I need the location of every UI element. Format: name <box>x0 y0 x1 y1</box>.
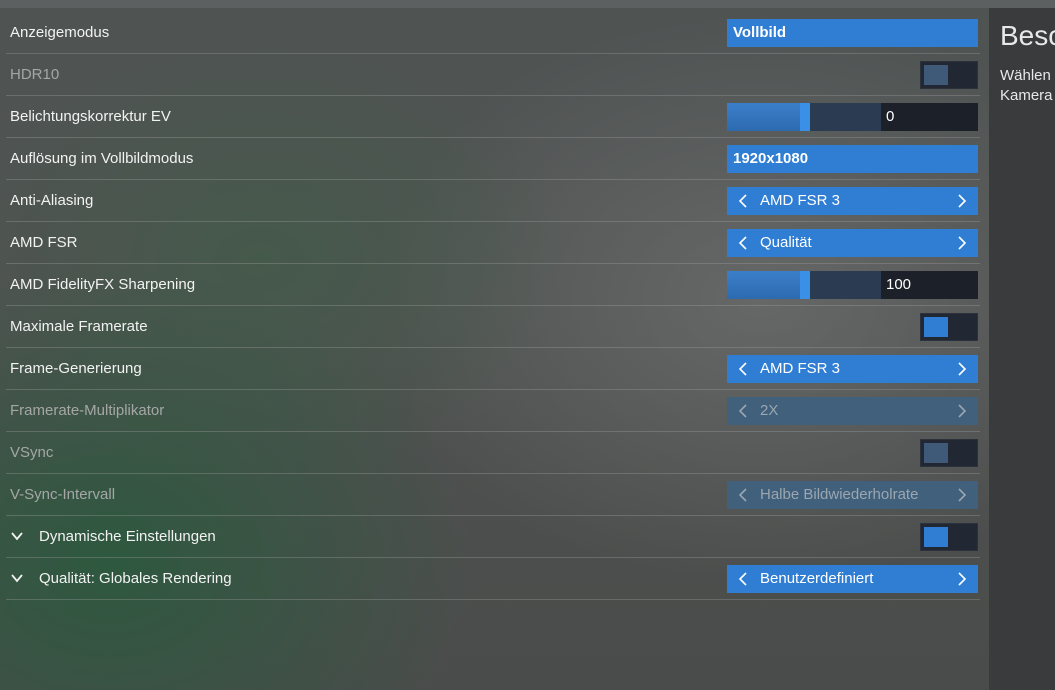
chevron-left-icon[interactable] <box>733 481 753 509</box>
selector-value: AMD FSR 3 <box>760 192 841 209</box>
description-title: Besc <box>1000 20 1055 51</box>
description-line: Kamera <box>1000 87 1053 104</box>
resolution-value[interactable]: 1920x1080 <box>727 145 978 173</box>
vsync-toggle[interactable] <box>920 439 978 467</box>
chevron-right-icon[interactable] <box>952 481 972 509</box>
setting-row-anti-aliasing: Anti-Aliasing AMD FSR 3 <box>6 180 980 222</box>
max-framerate-toggle[interactable] <box>920 313 978 341</box>
chevron-left-icon[interactable] <box>733 187 753 215</box>
chevron-right-icon[interactable] <box>952 397 972 425</box>
slider-value: 0 <box>886 108 895 125</box>
setting-label: Maximale Framerate <box>10 318 148 335</box>
framerate-multiplier-selector[interactable]: 2X <box>727 397 978 425</box>
chevron-left-icon[interactable] <box>733 565 753 593</box>
amd-fsr-selector[interactable]: Qualität <box>727 229 978 257</box>
toggle-knob <box>924 527 948 547</box>
slider-value: 100 <box>886 276 912 293</box>
display-mode-value[interactable]: Vollbild <box>727 19 978 47</box>
hdr10-toggle[interactable] <box>920 61 978 89</box>
anti-aliasing-selector[interactable]: AMD FSR 3 <box>727 187 978 215</box>
setting-row-exposure: Belichtungskorrektur EV 0 <box>6 96 980 138</box>
chevron-left-icon[interactable] <box>733 397 753 425</box>
description-line: Wählen <box>1000 67 1051 84</box>
chevron-down-icon[interactable] <box>10 571 26 587</box>
setting-label: Anti-Aliasing <box>10 192 94 209</box>
slider-thumb[interactable] <box>800 271 810 299</box>
setting-label: Anzeigemodus <box>10 24 110 41</box>
setting-label: AMD FSR <box>10 234 78 251</box>
setting-label[interactable]: Qualität: Globales Rendering <box>39 558 232 600</box>
global-rendering-selector[interactable]: Benutzerdefiniert <box>727 565 978 593</box>
setting-label: AMD FidelityFX Sharpening <box>10 276 196 293</box>
slider-thumb[interactable] <box>800 103 810 131</box>
selector-value: 2X <box>760 402 779 419</box>
settings-list: Anzeigemodus Vollbild HDR10 Belichtungsk… <box>0 12 985 600</box>
chevron-right-icon[interactable] <box>952 229 972 257</box>
selector-value: Halbe Bildwiederholrate <box>760 486 919 503</box>
chevron-down-icon[interactable] <box>10 529 26 545</box>
vsync-interval-selector[interactable]: Halbe Bildwiederholrate <box>727 481 978 509</box>
slider-fill <box>727 103 803 131</box>
chevron-left-icon[interactable] <box>733 229 753 257</box>
setting-row-vsync-interval: V-Sync-Intervall Halbe Bildwiederholrate <box>6 474 980 516</box>
dynamic-settings-toggle[interactable] <box>920 523 978 551</box>
setting-row-framerate-multiplier: Framerate-Multiplikator 2X <box>6 390 980 432</box>
slider-track <box>809 103 881 131</box>
slider-track <box>809 271 881 299</box>
setting-label: V-Sync-Intervall <box>10 486 116 503</box>
selector-value: Qualität <box>760 234 812 251</box>
setting-label: VSync <box>10 444 54 461</box>
toggle-knob <box>924 443 948 463</box>
chevron-left-icon[interactable] <box>733 355 753 383</box>
slider-fill <box>727 271 803 299</box>
exposure-slider[interactable]: 0 <box>727 103 978 131</box>
setting-row-frame-generation: Frame-Generierung AMD FSR 3 <box>6 348 980 390</box>
setting-row-hdr10: HDR10 <box>6 54 980 96</box>
setting-row-display-mode: Anzeigemodus Vollbild <box>6 12 980 54</box>
frame-generation-selector[interactable]: AMD FSR 3 <box>727 355 978 383</box>
setting-row-global-rendering: Qualität: Globales Rendering Benutzerdef… <box>6 558 980 600</box>
chevron-right-icon[interactable] <box>952 565 972 593</box>
toggle-knob <box>924 317 948 337</box>
setting-row-max-framerate: Maximale Framerate <box>6 306 980 348</box>
setting-row-amd-fsr: AMD FSR Qualität <box>6 222 980 264</box>
selector-value: AMD FSR 3 <box>760 360 841 377</box>
description-text: Wählen Kamera <box>1000 66 1053 106</box>
chevron-right-icon[interactable] <box>952 355 972 383</box>
setting-row-vsync: VSync <box>6 432 980 474</box>
setting-label: Belichtungskorrektur EV <box>10 108 171 125</box>
setting-label: Auflösung im Vollbildmodus <box>10 150 194 167</box>
toggle-knob <box>924 65 948 85</box>
setting-label: Framerate-Multiplikator <box>10 402 165 419</box>
setting-label: Frame-Generierung <box>10 360 142 377</box>
selector-value: Benutzerdefiniert <box>760 570 874 587</box>
top-bar <box>0 0 1055 8</box>
setting-row-dynamic-settings: Dynamische Einstellungen <box>6 516 980 558</box>
setting-label: HDR10 <box>10 66 60 83</box>
setting-row-resolution: Auflösung im Vollbildmodus 1920x1080 <box>6 138 980 180</box>
setting-label[interactable]: Dynamische Einstellungen <box>39 516 216 558</box>
sharpening-slider[interactable]: 100 <box>727 271 978 299</box>
chevron-right-icon[interactable] <box>952 187 972 215</box>
description-panel: Besc Wählen Kamera <box>989 8 1055 690</box>
setting-row-sharpening: AMD FidelityFX Sharpening 100 <box>6 264 980 306</box>
